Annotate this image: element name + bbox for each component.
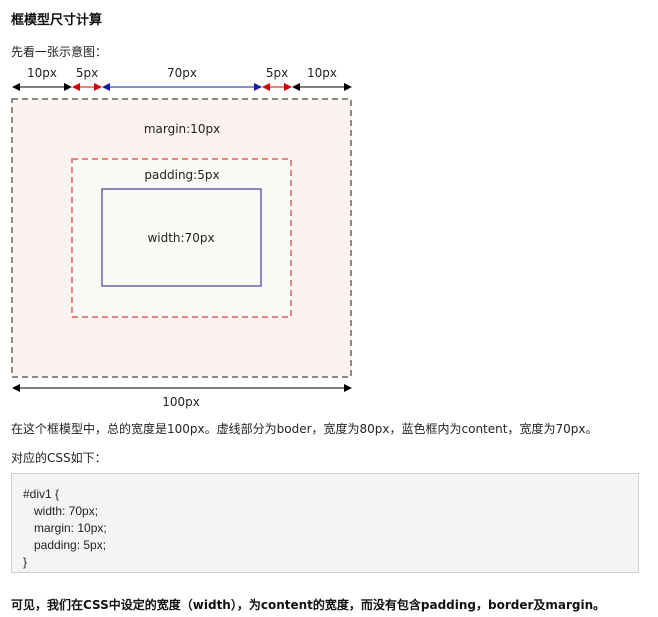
page-title: 框模型尺寸计算 <box>11 13 103 28</box>
conclusion-text: 可见，我们在CSS中设定的宽度（width），为content的宽度，而没有包含… <box>11 598 606 612</box>
dim-label-margin-left: 10px <box>27 66 57 80</box>
intro-text: 先看一张示意图： <box>11 45 108 59</box>
dim-label-content: 70px <box>167 66 197 80</box>
code-line-width: width: 70px; <box>34 504 99 518</box>
box-model-diagram: 10px 5px 70px 5px 10px margin:10px paddi… <box>11 66 352 409</box>
code-block: #div1 { width: 70px; margin: 10px; paddi… <box>11 473 639 573</box>
dim-label-padding-left: 5px <box>76 66 98 80</box>
code-line-close: } <box>23 555 28 569</box>
dim-label-margin-right: 10px <box>307 66 337 80</box>
code-line-selector: #div1 { <box>23 487 60 501</box>
width-label: width:70px <box>147 231 214 245</box>
dim-label-padding-right: 5px <box>266 66 288 80</box>
code-line-margin: margin: 10px; <box>34 521 107 535</box>
code-line-padding: padding: 5px; <box>34 538 107 552</box>
margin-label: margin:10px <box>144 122 220 136</box>
padding-label: padding:5px <box>144 168 219 182</box>
explanation-paragraph: 在这个框模型中，总的宽度是100px。虚线部分为boder，宽度为80px，蓝色… <box>11 422 598 436</box>
total-width-label: 100px <box>162 395 200 409</box>
css-intro-text: 对应的CSS如下： <box>11 451 107 465</box>
